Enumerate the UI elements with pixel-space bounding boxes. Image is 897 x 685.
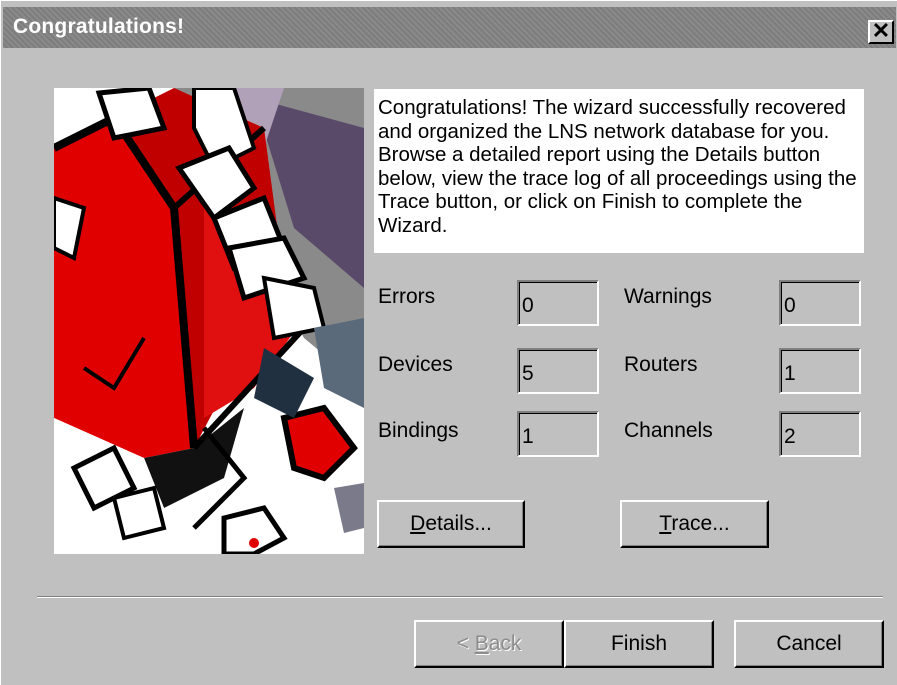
details-button[interactable]: Details... — [377, 500, 525, 548]
trace-label: race... — [671, 512, 730, 535]
warnings-field: 0 — [779, 280, 861, 326]
bindings-field: 1 — [517, 411, 599, 457]
back-prefix: < — [456, 632, 475, 655]
back-label: ack — [488, 632, 522, 655]
warnings-label: Warnings — [624, 285, 712, 308]
window-title: Congratulations! — [13, 15, 185, 38]
finish-button[interactable]: Finish — [564, 620, 714, 668]
trace-button[interactable]: Trace... — [620, 500, 769, 548]
devices-field: 5 — [517, 348, 599, 394]
errors-label: Errors — [378, 285, 436, 308]
back-accelerator: B — [474, 632, 489, 655]
details-accelerator: D — [410, 512, 426, 535]
title-bar[interactable]: Congratulations! ✕ — [3, 7, 896, 48]
channels-field: 2 — [779, 411, 861, 457]
summary-text: Congratulations! The wizard successfully… — [374, 89, 864, 253]
wizard-banner-image — [54, 88, 364, 554]
bindings-label: Bindings — [378, 419, 459, 442]
devices-label: Devices — [378, 353, 453, 376]
routers-field: 1 — [779, 348, 861, 394]
details-label: etails... — [425, 512, 492, 535]
errors-field: 0 — [517, 280, 599, 326]
trace-accelerator: T — [659, 512, 672, 535]
wizard-dialog: Congratulations! ✕ Congratulations! The … — [0, 0, 897, 685]
close-icon: ✕ — [871, 18, 891, 43]
back-button[interactable]: < Back — [414, 620, 564, 668]
footer-separator — [37, 596, 883, 598]
cancel-button[interactable]: Cancel — [734, 620, 884, 668]
close-button[interactable]: ✕ — [868, 20, 894, 44]
channels-label: Channels — [624, 419, 713, 442]
banner-artwork — [54, 88, 364, 554]
routers-label: Routers — [624, 353, 698, 376]
